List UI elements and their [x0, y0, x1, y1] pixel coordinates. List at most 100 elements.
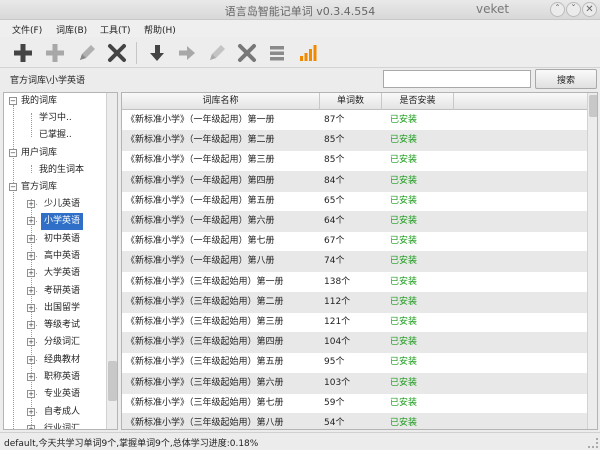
cell-word-count: 84个	[324, 175, 345, 186]
table-row[interactable]: 《新标准小学》（一年级起用）第四册 84个 已安装	[122, 170, 587, 192]
expand-icon[interactable]: +	[27, 286, 35, 295]
cell-install-status: 已安装	[390, 296, 418, 307]
cell-library-name: 《新标准小学》（一年级起用）第三册	[126, 155, 275, 166]
cell-library-name: 《新标准小学》（三年级起始用）第五册	[126, 357, 284, 368]
menu-file[interactable]: 文件(F)	[12, 23, 42, 36]
table-row[interactable]: 《新标准小学》（三年级起始用）第三册 121个 已安装	[122, 312, 587, 333]
tree-node-official-item[interactable]: + 初中英语	[4, 231, 106, 248]
table-row[interactable]: 《新标准小学》（三年级起始用）第七册 59个 已安装	[122, 393, 587, 414]
tree-node-official-item[interactable]: + 考研英语	[4, 283, 106, 300]
column-header-count[interactable]: 单词数	[320, 93, 382, 110]
expand-icon[interactable]: +	[27, 217, 35, 226]
expand-icon[interactable]: +	[27, 390, 35, 399]
expand-icon[interactable]: +	[27, 269, 35, 278]
tree-node-official-item[interactable]: + 大学英语	[4, 265, 106, 282]
table-row[interactable]: 《新标准小学》（三年级起始用）第二册 112个 已安装	[122, 291, 587, 313]
expand-icon[interactable]: +	[27, 373, 35, 381]
cell-install-status: 已安装	[390, 216, 418, 226]
delete-disabled-icon[interactable]	[236, 42, 258, 64]
tree-node-mastered[interactable]: 已掌握..	[4, 127, 106, 144]
cell-word-count: 64个	[324, 216, 345, 226]
collapse-icon[interactable]: −	[9, 149, 17, 157]
tree-node-official-item[interactable]: + 分级词汇	[4, 334, 106, 351]
column-header-installed[interactable]: 是否安装	[382, 93, 454, 110]
tree-node-official-item[interactable]: + 等级考试	[4, 317, 106, 334]
column-header-name[interactable]: 词库名称	[122, 93, 320, 110]
table-row[interactable]: 《新标准小学》（一年级起用）第七册 67个 已安装	[122, 231, 587, 252]
tree-node-official-item[interactable]: + 经典教材	[4, 352, 106, 369]
menu-help[interactable]: 帮助(H)	[144, 23, 176, 36]
table-header: 词库名称 单词数 是否安装	[122, 93, 587, 110]
expand-icon[interactable]: +	[27, 251, 35, 260]
tree-node-my-library[interactable]: − 我的词库	[4, 93, 106, 110]
add-icon[interactable]	[12, 42, 34, 64]
down-arrow-icon[interactable]	[146, 42, 168, 64]
tree-item-label: 分级词汇	[44, 337, 81, 348]
close-window-button[interactable]: ✕	[582, 2, 597, 17]
minimize-button[interactable]: ˆ	[550, 2, 565, 17]
collapse-icon[interactable]: −	[9, 97, 17, 105]
table-scrollbar[interactable]	[587, 93, 597, 429]
tree-node-user-library[interactable]: − 用户词库	[4, 145, 106, 162]
tree-scrollbar[interactable]	[106, 93, 117, 429]
tree-node-learning[interactable]: 学习中..	[4, 110, 106, 127]
toolbar-separator	[136, 42, 137, 64]
tree-node-official-item[interactable]: + 出国留学	[4, 300, 106, 317]
table-row[interactable]: 《新标准小学》（三年级起始用）第五册 95个 已安装	[122, 352, 587, 373]
tree-node-official-item[interactable]: + 高中英语	[4, 248, 106, 265]
maximize-button[interactable]: ˇ	[566, 2, 581, 17]
chart-icon[interactable]	[297, 42, 319, 64]
expand-icon[interactable]: +	[27, 407, 35, 416]
menu-tools[interactable]: 工具(T)	[100, 23, 131, 36]
list-icon[interactable]	[266, 42, 288, 64]
expand-icon[interactable]: +	[27, 338, 35, 347]
tree-node-official-item[interactable]: + 自考成人	[4, 404, 106, 421]
tree-node-official-item[interactable]: + 小学英语	[4, 213, 106, 231]
table-row[interactable]: 《新标准小学》（三年级起始用）第八册 54个 已安装	[122, 413, 587, 429]
table-scroll-thumb[interactable]	[589, 95, 597, 117]
cell-library-name: 《新标准小学》（三年级起始用）第一册	[126, 276, 284, 287]
tree-item-label: 经典教材	[44, 354, 81, 365]
table-row[interactable]: 《新标准小学》（三年级起始用）第四册 104个 已安装	[122, 332, 587, 354]
window-title: 语言岛智能记单词 v0.3.4.554	[224, 5, 376, 18]
resize-grip[interactable]	[588, 438, 598, 448]
expand-icon[interactable]: +	[27, 200, 35, 208]
table-row[interactable]: 《新标准小学》（一年级起用）第一册 87个 已安装	[122, 110, 587, 131]
toolbar	[0, 37, 600, 68]
table-row[interactable]: 《新标准小学》（三年级起始用）第一册 138个 已安装	[122, 272, 587, 293]
add-disabled-icon[interactable]	[44, 42, 66, 64]
tree-node-official-item[interactable]: + 职称英语	[4, 369, 106, 386]
expand-icon[interactable]: +	[27, 321, 35, 330]
cell-word-count: 65个	[324, 195, 345, 206]
cell-word-count: 74个	[324, 256, 345, 267]
right-arrow-icon[interactable]	[176, 42, 198, 64]
expand-icon[interactable]: +	[27, 424, 35, 429]
tree-connector	[31, 428, 37, 429]
menu-library[interactable]: 词库(B)	[56, 23, 87, 36]
pen-disabled-icon[interactable]	[206, 42, 228, 64]
tree-node-official-item[interactable]: + 行业词汇	[4, 421, 106, 429]
table-row[interactable]: 《新标准小学》（三年级起始用）第六册 103个 已安装	[122, 372, 587, 394]
tree-node-my-words[interactable]: 我的生词本	[4, 162, 106, 179]
table-row[interactable]: 《新标准小学》（一年级起用）第六册 64个 已安装	[122, 211, 587, 232]
status-bar: default,今天共学习单词9个,掌握单词9个,总体学习进度:0.18%	[0, 432, 600, 450]
search-input[interactable]	[383, 70, 531, 88]
table-row[interactable]: 《新标准小学》（一年级起用）第二册 85个 已安装	[122, 130, 587, 152]
table-row[interactable]: 《新标准小学》（一年级起用）第八册 74个 已安装	[122, 251, 587, 273]
table-row[interactable]: 《新标准小学》（一年级起用）第五册 65个 已安装	[122, 191, 587, 212]
tree-item-label: 考研英语	[44, 285, 81, 296]
collapse-icon[interactable]: −	[9, 183, 17, 191]
expand-icon[interactable]: +	[27, 303, 35, 312]
table-row[interactable]: 《新标准小学》（一年级起用）第三册 85个 已安装	[122, 150, 587, 171]
expand-icon[interactable]: +	[27, 355, 35, 364]
tree-node-official-item[interactable]: + 少儿英语	[4, 196, 106, 213]
pen-icon[interactable]	[76, 42, 98, 64]
tree-node-official-item[interactable]: + 专业英语	[4, 386, 106, 403]
tree-node-official-library[interactable]: − 官方词库	[4, 179, 106, 196]
search-button[interactable]: 搜索	[535, 69, 597, 89]
delete-icon[interactable]	[106, 42, 128, 64]
tree-scroll-thumb[interactable]	[108, 361, 117, 401]
cell-install-status: 已安装	[390, 317, 418, 327]
cell-install-status: 已安装	[390, 236, 418, 247]
expand-icon[interactable]: +	[27, 234, 35, 243]
